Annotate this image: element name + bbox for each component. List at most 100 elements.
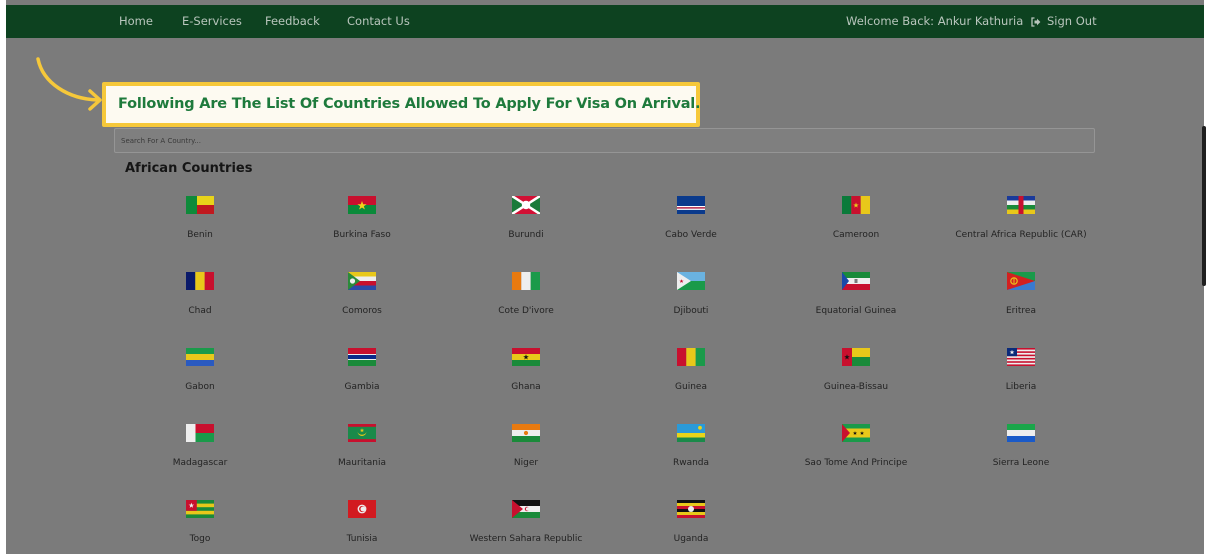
country-card[interactable]: Madagascar: [115, 424, 285, 474]
sign-out-icon: [1031, 16, 1041, 27]
country-card[interactable]: Sierra Leone: [936, 424, 1106, 474]
country-card[interactable]: Burundi: [441, 196, 611, 246]
country-card[interactable]: Mauritania: [277, 424, 447, 474]
uganda-flag-icon: [677, 500, 705, 518]
country-name: Cameroon: [832, 230, 880, 240]
country-name: Tunisia: [346, 534, 378, 544]
country-name: Western Sahara Republic: [469, 534, 583, 544]
country-name: Mauritania: [338, 458, 386, 468]
country-card[interactable]: Rwanda: [606, 424, 776, 474]
nav-feedback-link[interactable]: Feedback: [265, 5, 320, 38]
nav-home-link[interactable]: Home: [119, 5, 153, 38]
country-card[interactable]: Gambia: [277, 348, 447, 398]
country-name: Uganda: [673, 534, 709, 544]
country-name: Central Africa Republic (CAR): [955, 230, 1087, 240]
country-card[interactable]: Guinea: [606, 348, 776, 398]
car-flag-icon: [1007, 196, 1035, 214]
guinea-bissau-flag-icon: [842, 348, 870, 366]
top-navbar: Home E-Services Feedback Contact Us Welc…: [6, 5, 1204, 38]
sign-out-label: Sign Out: [1047, 14, 1097, 28]
country-card[interactable]: Burkina Faso: [277, 196, 447, 246]
headline-highlight-box: Following Are The List Of Countries Allo…: [102, 82, 701, 127]
country-name: Madagascar: [172, 458, 228, 468]
country-card[interactable]: Western Sahara Republic: [441, 500, 611, 550]
cote-divoire-flag-icon: [512, 272, 540, 290]
eritrea-flag-icon: [1007, 272, 1035, 290]
sao-tome-flag-icon: [842, 424, 870, 442]
country-name: Rwanda: [672, 458, 710, 468]
ghana-flag-icon: [512, 348, 540, 366]
nav-contact-link[interactable]: Contact Us: [347, 5, 410, 38]
tunisia-flag-icon: [348, 500, 376, 518]
country-name: Gabon: [185, 382, 215, 392]
country-card[interactable]: Comoros: [277, 272, 447, 322]
country-name: Eritrea: [1006, 306, 1036, 316]
country-name: Guinea-Bissau: [823, 382, 889, 392]
sierra-leone-flag-icon: [1007, 424, 1035, 442]
country-name: Chad: [188, 306, 212, 316]
country-name: Cote D'ivore: [498, 306, 554, 316]
togo-flag-icon: [186, 500, 214, 518]
country-name: Togo: [189, 534, 211, 544]
country-card[interactable]: Guinea-Bissau: [771, 348, 941, 398]
country-card[interactable]: Eritrea: [936, 272, 1106, 322]
country-name: Liberia: [1005, 382, 1037, 392]
cabo-verde-flag-icon: [677, 196, 705, 214]
country-name: Sao Tome And Principe: [804, 458, 908, 468]
country-card[interactable]: Cote D'ivore: [441, 272, 611, 322]
country-name: Niger: [513, 458, 539, 468]
gambia-flag-icon: [348, 348, 376, 366]
chad-flag-icon: [186, 272, 214, 290]
country-card[interactable]: Togo: [115, 500, 285, 550]
section-title: African Countries: [125, 161, 253, 176]
gabon-flag-icon: [186, 348, 214, 366]
country-card[interactable]: Cabo Verde: [606, 196, 776, 246]
callout-arrow-icon: [36, 57, 102, 111]
niger-flag-icon: [512, 424, 540, 442]
country-card[interactable]: Gabon: [115, 348, 285, 398]
left-page-edge: [0, 0, 6, 554]
country-name: Ghana: [511, 382, 541, 392]
country-name: Comoros: [342, 306, 382, 316]
country-card[interactable]: Central Africa Republic (CAR): [936, 196, 1106, 246]
country-name: Gambia: [344, 382, 380, 392]
madagascar-flag-icon: [186, 424, 214, 442]
country-name: Benin: [187, 230, 213, 240]
scrollbar-thumb[interactable]: [1202, 126, 1206, 286]
country-card[interactable]: Equatorial Guinea: [771, 272, 941, 322]
mauritania-flag-icon: [348, 424, 376, 442]
country-name: Burundi: [508, 230, 544, 240]
welcome-text: Welcome Back: Ankur Kathuria: [846, 14, 1024, 28]
country-name: Sierra Leone: [992, 458, 1050, 468]
country-card[interactable]: Liberia: [936, 348, 1106, 398]
burundi-flag-icon: [512, 196, 540, 214]
western-sahara-flag-icon: [512, 500, 540, 518]
country-card[interactable]: Uganda: [606, 500, 776, 550]
country-card[interactable]: Sao Tome And Principe: [771, 424, 941, 474]
rwanda-flag-icon: [677, 424, 705, 442]
cameroon-flag-icon: [842, 196, 870, 214]
liberia-flag-icon: [1007, 348, 1035, 366]
country-card[interactable]: Niger: [441, 424, 611, 474]
country-name: Djibouti: [673, 306, 709, 316]
guinea-flag-icon: [677, 348, 705, 366]
burkina-faso-flag-icon: [348, 196, 376, 214]
sign-out-button[interactable]: Sign Out: [1030, 5, 1097, 38]
country-name: Equatorial Guinea: [815, 306, 897, 316]
country-name: Cabo Verde: [665, 230, 717, 240]
country-card[interactable]: Tunisia: [277, 500, 447, 550]
comoros-flag-icon: [348, 272, 376, 290]
country-card[interactable]: Ghana: [441, 348, 611, 398]
page-headline: Following Are The List Of Countries Allo…: [118, 96, 701, 112]
country-search-input[interactable]: [114, 128, 1095, 153]
djibouti-flag-icon: [677, 272, 705, 290]
country-name: Burkina Faso: [333, 230, 391, 240]
country-name: Guinea: [675, 382, 707, 392]
country-card[interactable]: Cameroon: [771, 196, 941, 246]
country-card[interactable]: Djibouti: [606, 272, 776, 322]
country-card[interactable]: Benin: [115, 196, 285, 246]
country-card[interactable]: Chad: [115, 272, 285, 322]
nav-eservices-link[interactable]: E-Services: [182, 5, 242, 38]
equatorial-guinea-flag-icon: [842, 272, 870, 290]
benin-flag-icon: [186, 196, 214, 214]
